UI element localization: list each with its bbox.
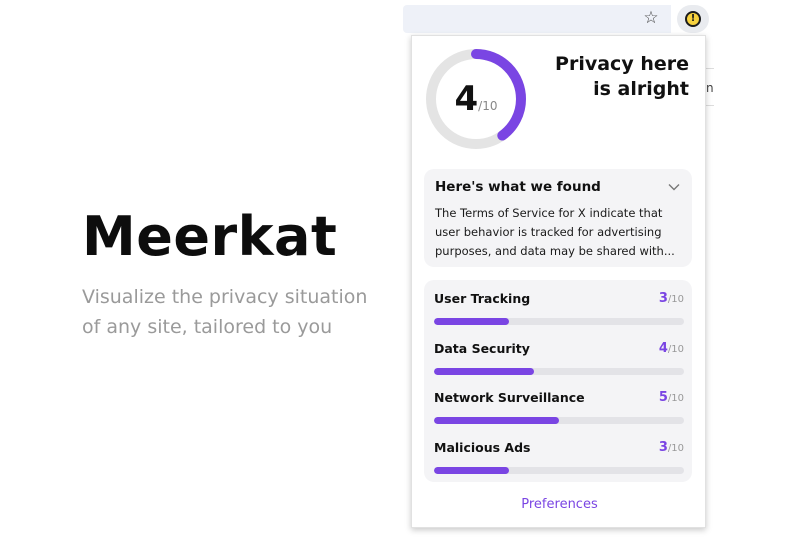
metric-score-max: /10 <box>667 294 684 305</box>
address-bar[interactable] <box>403 5 671 33</box>
metric-score: 5/10 <box>659 390 684 405</box>
metric-label: Data Security <box>434 341 530 356</box>
brand-title: Meerkat <box>82 205 338 268</box>
metric-score-max: /10 <box>667 443 684 454</box>
metric-data-security: Data Security 4/10 <box>434 341 684 381</box>
score-gauge: 4/10 <box>424 47 528 151</box>
metric-label: Malicious Ads <box>434 440 531 455</box>
metric-score-value: 3 <box>658 291 668 306</box>
privacy-verdict: Privacy here is alright <box>555 53 689 100</box>
metric-malicious-ads: Malicious Ads 3/10 <box>434 440 684 480</box>
chevron-down-icon[interactable] <box>668 181 680 193</box>
findings-body: The Terms of Service for X indicate that… <box>435 206 675 258</box>
bookmark-star-icon[interactable]: ☆ <box>641 8 661 28</box>
metric-score-value: 5 <box>658 390 668 405</box>
score-value: 4 <box>454 79 479 119</box>
findings-card[interactable]: Here's what we found The Terms of Servic… <box>424 169 692 267</box>
metric-user-tracking: User Tracking 3/10 <box>434 291 684 331</box>
metric-score-value: 4 <box>658 341 668 356</box>
metric-score: 3/10 <box>659 291 684 306</box>
preferences-link[interactable]: Preferences <box>412 497 707 512</box>
metric-track <box>434 368 684 375</box>
metric-score-max: /10 <box>667 344 684 355</box>
stage: Meerkat Visualize the privacy situation … <box>0 0 806 537</box>
metric-score-max: /10 <box>667 393 684 404</box>
metrics-card: User Tracking 3/10 Data Security 4/10 Ne… <box>424 280 692 482</box>
metric-label: User Tracking <box>434 291 531 306</box>
metric-fill <box>434 417 559 424</box>
metric-fill <box>434 368 534 375</box>
metric-track <box>434 467 684 474</box>
metric-score: 3/10 <box>659 440 684 455</box>
warning-badge-icon: ! <box>685 11 701 27</box>
metric-fill <box>434 318 509 325</box>
brand-tagline: Visualize the privacy situation of any s… <box>82 286 368 338</box>
extension-button[interactable]: ! <box>677 5 709 33</box>
metric-network-surveillance: Network Surveillance 5/10 <box>434 390 684 430</box>
gauge-score: 4/10 <box>424 79 528 119</box>
findings-title: Here's what we found <box>435 179 601 195</box>
metric-score: 4/10 <box>659 341 684 356</box>
score-max: /10 <box>478 99 498 113</box>
metric-score-value: 3 <box>658 440 668 455</box>
metric-label: Network Surveillance <box>434 390 585 405</box>
metric-fill <box>434 467 509 474</box>
metric-track <box>434 318 684 325</box>
privacy-popup: 4/10 Privacy here is alright Here's what… <box>411 35 706 528</box>
metric-track <box>434 417 684 424</box>
background-page-fragment: nl <box>706 68 714 106</box>
